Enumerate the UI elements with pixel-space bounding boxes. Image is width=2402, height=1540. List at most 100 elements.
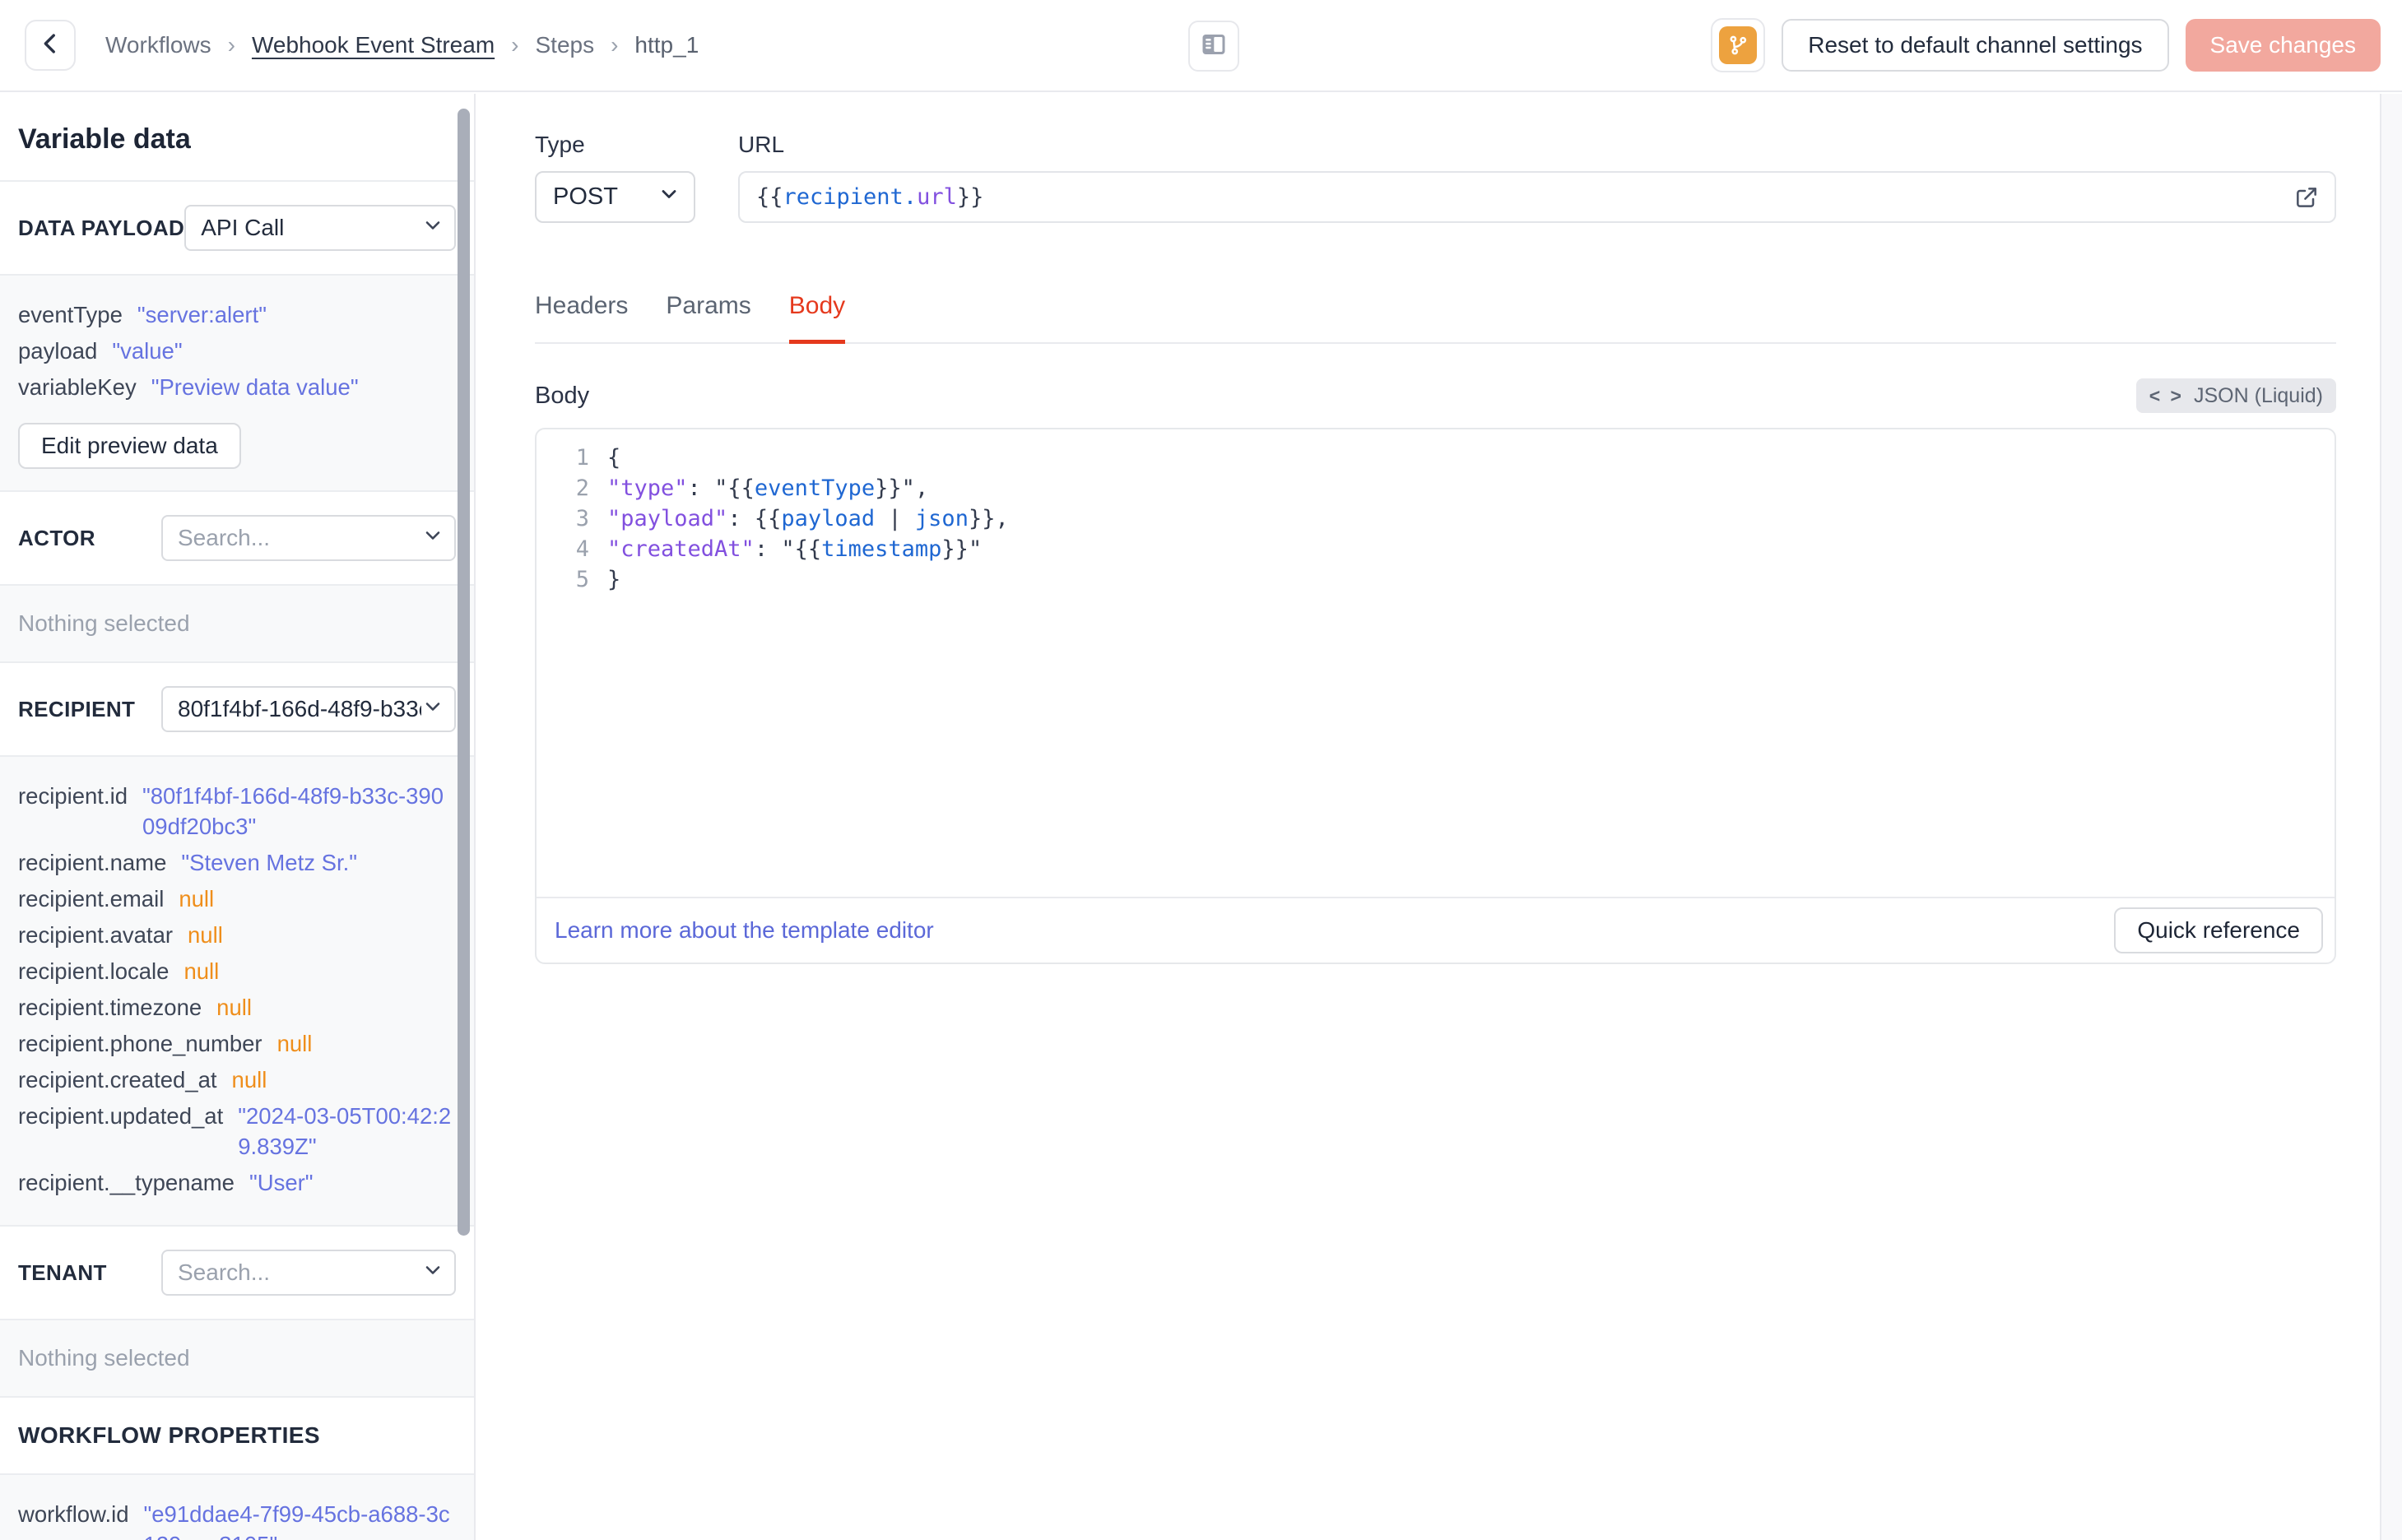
workflow-properties-header: WORKFLOW PROPERTIES	[0, 1398, 474, 1473]
code-line: 4 "createdAt": "{{timestamp}}"	[537, 534, 2335, 564]
code-token: eventType	[754, 475, 876, 501]
code-text: "type": "{{eventType}}",	[607, 473, 928, 503]
breadcrumb-item-webhook-event-stream[interactable]: Webhook Event Stream	[252, 32, 495, 58]
actor-empty-state: Nothing selected	[0, 586, 474, 661]
code-token: }}	[941, 536, 969, 562]
template-editor-learn-more-link[interactable]: Learn more about the template editor	[555, 917, 934, 944]
code-token: {	[607, 445, 621, 471]
type-label: Type	[535, 132, 585, 157]
kv-row: workflow.id "e91ddae4-7f99-45cb-a688-3c12…	[18, 1499, 456, 1540]
kv-value: "User"	[249, 1170, 314, 1195]
panel-left-icon	[1199, 30, 1229, 63]
chevron-down-icon	[421, 524, 444, 553]
code-token: :	[754, 536, 782, 562]
breadcrumb-item-steps[interactable]: Steps	[535, 32, 594, 58]
kv-key: recipient.id	[18, 783, 128, 809]
code-token: "	[781, 536, 795, 562]
code-token: ,	[995, 506, 1009, 531]
recipient-select[interactable]: 80f1f4bf-166d-48f9-b33c	[161, 686, 456, 732]
actor-search-select[interactable]: Search...	[161, 515, 456, 561]
url-token: url	[917, 184, 957, 210]
request-config-row: Type POST URL {{recipient.url}}	[535, 132, 2336, 223]
preview-data-section: eventType "server:alert" payload "value" var…	[0, 276, 474, 490]
code-line: 1{	[537, 443, 2335, 473]
code-line: 5}	[537, 564, 2335, 595]
kv-value: null	[184, 958, 220, 984]
tenant-row: TENANT Search...	[0, 1227, 474, 1319]
url-label: URL	[738, 132, 785, 157]
tab-body[interactable]: Body	[788, 292, 846, 344]
request-tabs: Headers Params Body	[535, 292, 2336, 344]
code-token: "	[714, 475, 728, 501]
edit-preview-data-button[interactable]: Edit preview data	[18, 423, 241, 469]
code-token: }}	[875, 475, 902, 501]
line-number: 2	[575, 475, 589, 501]
line-number: 5	[575, 567, 589, 592]
kv-key: variableKey	[18, 374, 137, 400]
data-payload-selected-value: API Call	[201, 215, 285, 240]
kv-key: recipient.name	[18, 850, 167, 875]
kv-value: "Steven Metz Sr."	[181, 850, 358, 875]
tab-params[interactable]: Params	[666, 292, 750, 342]
kv-row: payload "value"	[18, 336, 456, 366]
url-input[interactable]: {{recipient.url}}	[738, 171, 2336, 223]
tenant-search-select[interactable]: Search...	[161, 1250, 456, 1296]
code-token: :	[727, 506, 755, 531]
save-changes-button[interactable]: Save changes	[2185, 19, 2381, 72]
tab-headers[interactable]: Headers	[535, 292, 628, 342]
kv-value: "e91ddae4-7f99-45cb-a688-3c129aae3105"	[143, 1501, 450, 1540]
kv-key: eventType	[18, 302, 123, 327]
recipient-fields-section: recipient.id "80f1f4bf-166d-48f9-b33c-390…	[0, 757, 474, 1225]
chevron-down-icon	[421, 695, 444, 724]
data-payload-label: DATA PAYLOAD	[18, 215, 185, 240]
code-token: :	[687, 475, 715, 501]
breadcrumb: Workflows › Webhook Event Stream › Steps › htt…	[105, 32, 699, 58]
code-token: json	[914, 506, 969, 531]
url-token: recipient.	[783, 184, 918, 210]
workflow-fields-list: workflow.id "e91ddae4-7f99-45cb-a688-3c12…	[18, 1499, 456, 1540]
code-token: timestamp	[821, 536, 942, 562]
kv-value: null	[231, 1067, 267, 1092]
reset-channel-settings-button[interactable]: Reset to default channel settings	[1782, 19, 2169, 72]
code-line: 2 "type": "{{eventType}}",	[537, 473, 2335, 503]
code-token: "payload"	[607, 506, 728, 531]
chevron-down-icon	[421, 214, 444, 243]
kv-row: recipient.id "80f1f4bf-166d-48f9-b33c-390…	[18, 781, 456, 842]
quick-reference-button[interactable]: Quick reference	[2114, 907, 2323, 953]
kv-row: recipient.locale null	[18, 956, 456, 986]
code-text: "payload": {{payload | json}},	[607, 503, 1009, 534]
panel-toggle-button[interactable]	[1188, 21, 1239, 72]
data-payload-select[interactable]: API Call	[184, 205, 456, 251]
http-method-select[interactable]: POST	[535, 171, 695, 223]
kv-row: recipient.created_at null	[18, 1065, 456, 1095]
editor-language-label: JSON (Liquid)	[2194, 383, 2323, 407]
commit-button[interactable]	[1711, 18, 1766, 72]
kv-key: recipient.__typename	[18, 1170, 235, 1195]
kv-row: recipient.email null	[18, 884, 456, 914]
kv-row: recipient.phone_number null	[18, 1028, 456, 1059]
code-editor[interactable]: 1{2 "type": "{{eventType}}", 3 "payload": {…	[537, 429, 2335, 897]
kv-value: null	[276, 1031, 313, 1056]
code-line: 3 "payload": {{payload | json}},	[537, 503, 2335, 534]
preview-fields-list: eventType "server:alert" payload "value" var…	[18, 299, 456, 402]
variable-data-sidebar: Variable data DATA PAYLOAD API Call even…	[0, 94, 476, 1540]
topbar-actions: Reset to default channel settings Save c…	[1711, 18, 2381, 72]
code-text: }	[607, 564, 620, 595]
code-token: }}	[968, 506, 996, 531]
back-button[interactable]	[25, 20, 76, 71]
code-text: "createdAt": "{{timestamp}}"	[607, 534, 982, 564]
url-token: }}	[956, 184, 984, 210]
breadcrumb-item-workflows[interactable]: Workflows	[105, 32, 211, 58]
request-editor-main: Type POST URL {{recipient.url}} Headers …	[477, 94, 2380, 1540]
body-section-header: Body < > JSON (Liquid)	[535, 378, 2336, 413]
sidebar-scrollbar[interactable]	[458, 109, 470, 1236]
recipient-row: RECIPIENT 80f1f4bf-166d-48f9-b33c	[0, 663, 474, 755]
breadcrumb-separator: ›	[611, 32, 619, 58]
main-scrollbar-gutter[interactable]	[2380, 94, 2402, 1540]
url-value: {{recipient.url}}	[756, 184, 2282, 210]
external-link-icon[interactable]	[2293, 184, 2320, 211]
kv-key: recipient.email	[18, 886, 165, 911]
git-branch-icon	[1719, 26, 1758, 64]
data-payload-row: DATA PAYLOAD API Call	[0, 182, 474, 274]
kv-row: recipient.avatar null	[18, 920, 456, 950]
